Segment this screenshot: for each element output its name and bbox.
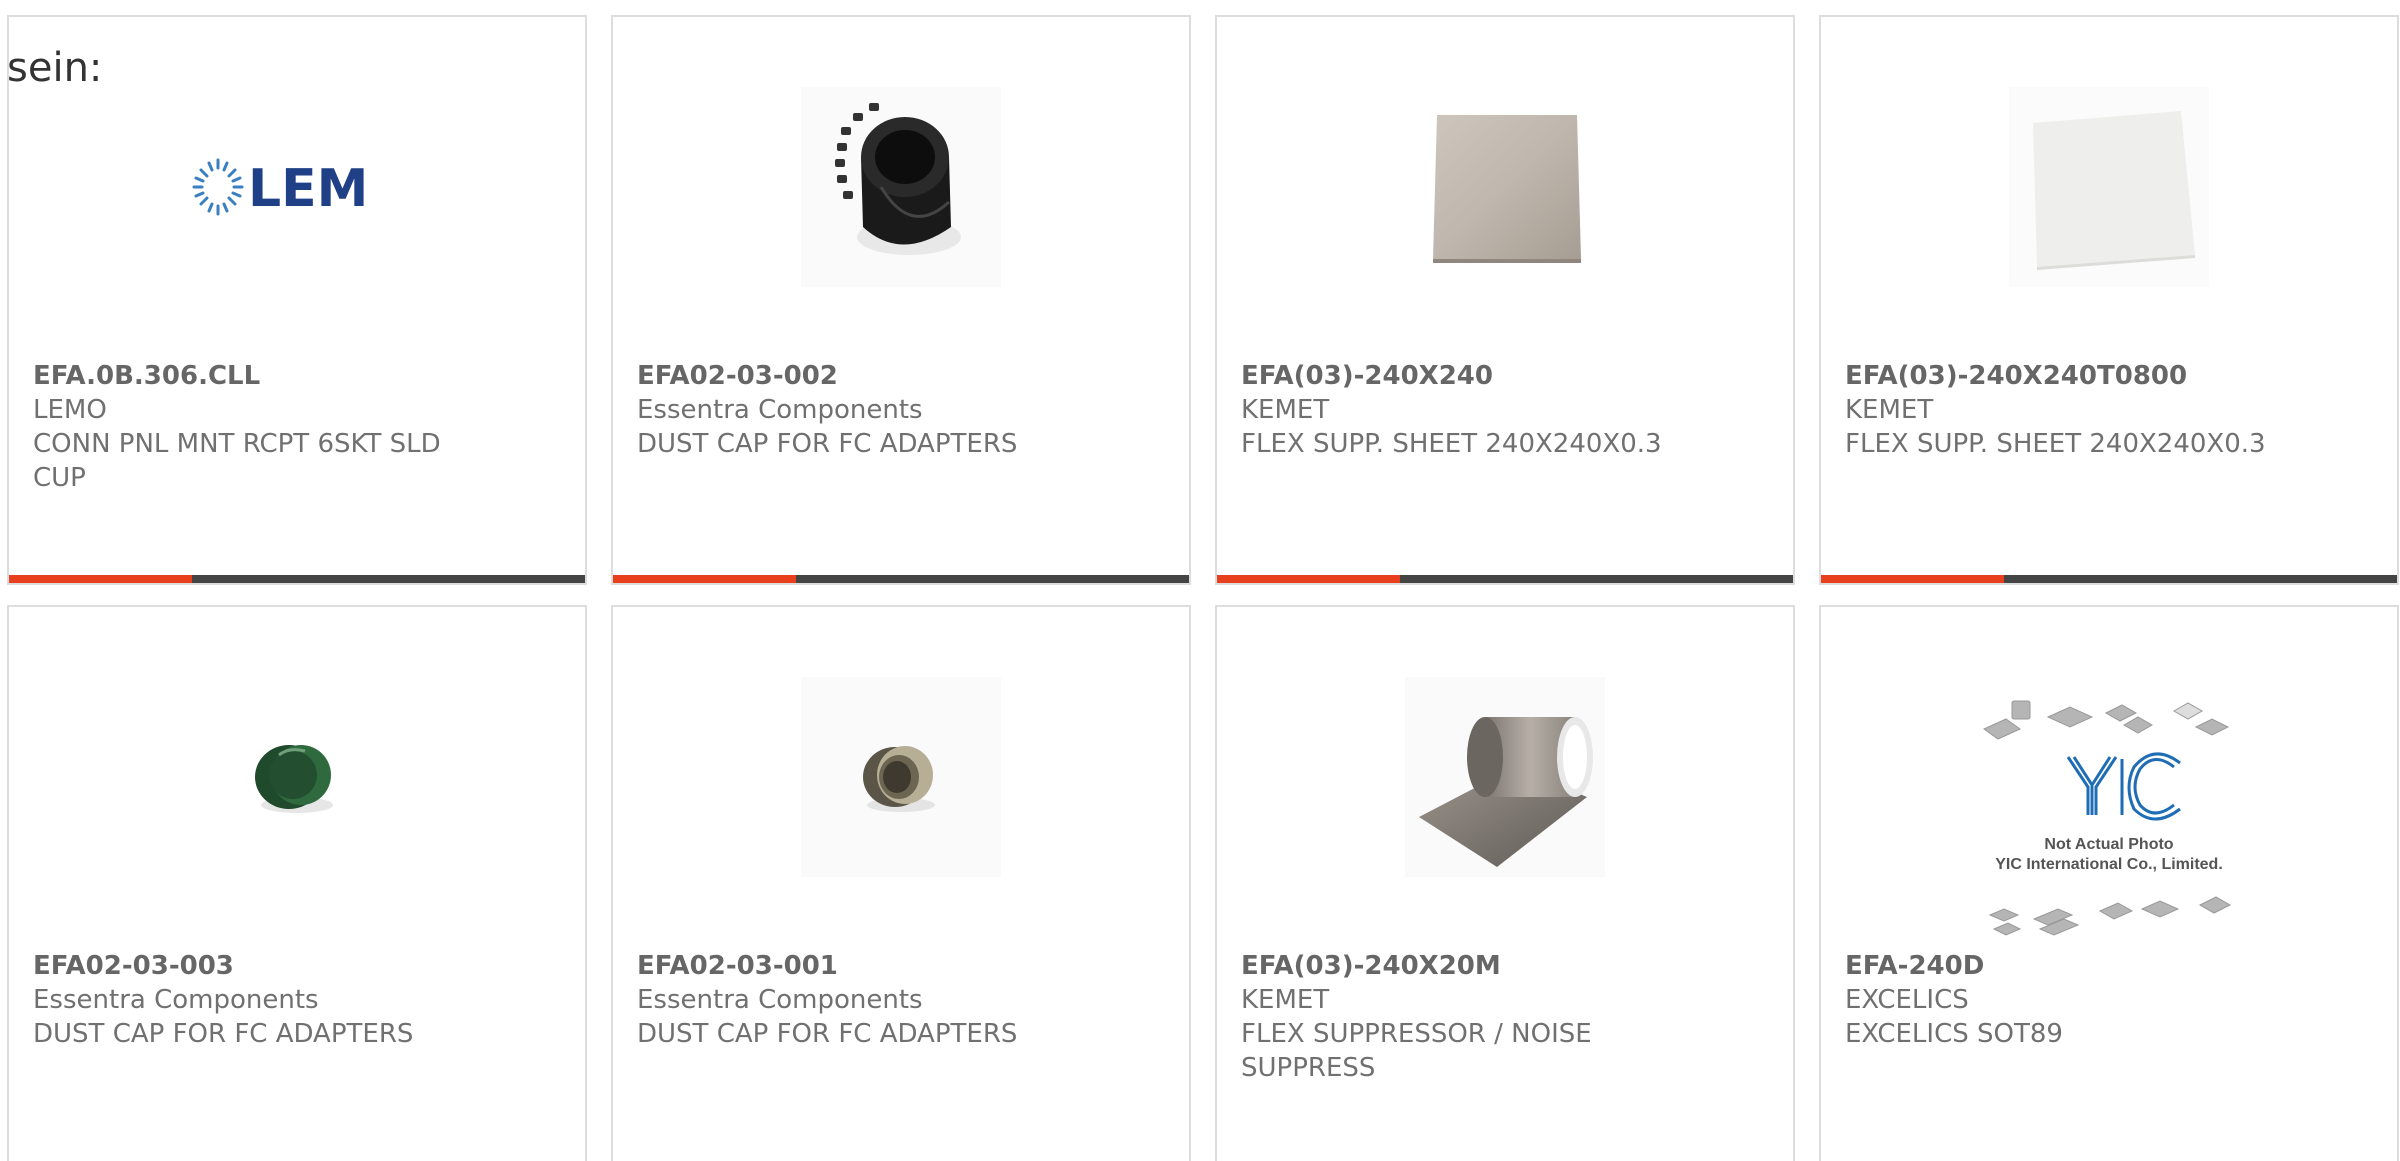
product-description: DUST CAP FOR FC ADAPTERS: [33, 1019, 414, 1049]
product-description: FLEX SUPPRESSOR / NOISE SUPPRESS: [1241, 1019, 1592, 1083]
black-knurled-cap-icon: [801, 87, 1001, 287]
product-description: FLEX SUPP. SHEET 240X240X0.3: [1241, 429, 1662, 459]
part-number-link[interactable]: EFA(03)-240X20M: [1241, 949, 1769, 983]
manufacturer-name: KEMET: [1845, 395, 1934, 425]
placeholder-caption-line2: YIC International Co., Limited.: [1995, 856, 2223, 873]
product-description: DUST CAP FOR FC ADAPTERS: [637, 429, 1018, 459]
manufacturer-name: EXCELICS: [1845, 985, 1969, 1015]
part-number-link[interactable]: EFA02-03-003: [33, 949, 561, 983]
product-card[interactable]: EFA02-03-001 Essentra Components DUST CA…: [611, 605, 1191, 1161]
manufacturer-name: KEMET: [1241, 395, 1330, 425]
manufacturer-name: Essentra Components: [637, 985, 923, 1015]
product-card[interactable]: EFA02-03-003 Essentra Components DUST CA…: [7, 605, 587, 1161]
lem-logo-icon: LEM: [192, 158, 368, 219]
product-card[interactable]: LEM EFA.0B.306.CLL LEMO CONN PNL MNT RCP…: [7, 15, 587, 585]
placeholder-caption-line1: Not Actual Photo: [2044, 836, 2173, 853]
product-description: CONN PNL MNT RCPT 6SKT SLD CUP: [33, 429, 441, 493]
card-bottom-bar: [1821, 575, 2397, 583]
product-image[interactable]: [9, 677, 585, 877]
product-card[interactable]: EFA02-03-002 Essentra Components DUST CA…: [611, 15, 1191, 585]
product-card[interactable]: EFA(03)-240X240 KEMET FLEX SUPP. SHEET 2…: [1215, 15, 1795, 585]
product-image[interactable]: [613, 677, 1189, 877]
manufacturer-name: Essentra Components: [33, 985, 319, 1015]
part-number-link[interactable]: EFA-240D: [1845, 949, 2373, 983]
card-accent-bar: [1821, 575, 2004, 583]
yic-placeholder-icon: Not Actual Photo YIC International Co., …: [1983, 700, 2232, 936]
part-number-link[interactable]: EFA02-03-001: [637, 949, 1165, 983]
product-image[interactable]: [1217, 87, 1793, 287]
product-card[interactable]: EFA(03)-240X240T0800 KEMET FLEX SUPP. SH…: [1819, 15, 2399, 585]
card-accent-bar: [1217, 575, 1400, 583]
card-bottom-bar: [1217, 575, 1793, 583]
card-accent-bar: [613, 575, 796, 583]
white-sheet-icon: [2009, 87, 2209, 287]
product-description: DUST CAP FOR FC ADAPTERS: [637, 1019, 1018, 1049]
product-image[interactable]: LEM: [9, 87, 585, 287]
product-image[interactable]: [1217, 677, 1793, 877]
part-number-link[interactable]: EFA02-03-002: [637, 359, 1165, 393]
product-description: FLEX SUPP. SHEET 240X240X0.3: [1845, 429, 2266, 459]
part-number-link[interactable]: EFA.0B.306.CLL: [33, 359, 561, 393]
card-bottom-bar: [613, 575, 1189, 583]
product-card[interactable]: EFA(03)-240X20M KEMET FLEX SUPPRESSOR / …: [1215, 605, 1795, 1161]
gray-sheet-icon: [1433, 115, 1581, 263]
manufacturer-name: LEMO: [33, 395, 107, 425]
stray-text-label: sein:: [7, 45, 103, 91]
product-image[interactable]: [1821, 87, 2397, 287]
lem-logo-text: LEM: [248, 159, 368, 219]
manufacturer-name: KEMET: [1241, 985, 1330, 1015]
product-grid: LEM EFA.0B.306.CLL LEMO CONN PNL MNT RCP…: [0, 0, 2400, 1161]
product-card[interactable]: Not Actual Photo YIC International Co., …: [1819, 605, 2399, 1161]
part-number-link[interactable]: EFA(03)-240X240T0800: [1845, 359, 2373, 393]
card-bottom-bar: [9, 575, 585, 583]
manufacturer-name: Essentra Components: [637, 395, 923, 425]
product-description: EXCELICS SOT89: [1845, 1019, 2063, 1049]
product-image[interactable]: Not Actual Photo YIC International Co., …: [1821, 697, 2397, 937]
product-image[interactable]: [613, 87, 1189, 287]
olive-cap-icon: [801, 677, 1001, 877]
card-accent-bar: [9, 575, 192, 583]
green-cap-icon: [255, 745, 333, 813]
part-number-link[interactable]: EFA(03)-240X240: [1241, 359, 1769, 393]
metal-roll-icon: [1405, 677, 1605, 877]
